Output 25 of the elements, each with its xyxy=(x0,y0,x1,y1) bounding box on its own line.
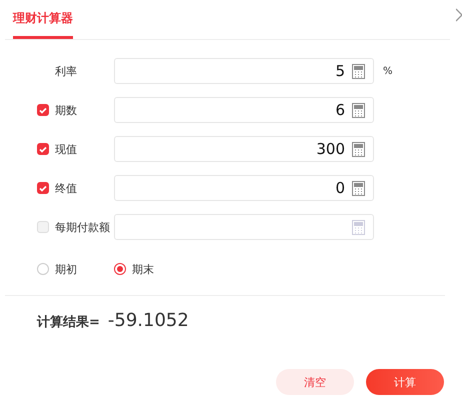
checkbox[interactable] xyxy=(37,143,49,155)
checkbox[interactable] xyxy=(37,182,49,194)
calculator-icon[interactable] xyxy=(352,142,365,156)
calculator-icon[interactable] xyxy=(352,102,365,118)
field-label: 利率 xyxy=(55,64,77,78)
result-value: -59.1052 xyxy=(108,310,189,331)
field-label: 每期付款额 xyxy=(55,220,110,234)
clear-button[interactable]: 清空 xyxy=(276,369,354,395)
field-label: 期数 xyxy=(55,102,77,118)
input-field[interactable] xyxy=(114,214,374,240)
radio-option[interactable]: 期初 xyxy=(37,262,114,276)
input-field[interactable]: 5 xyxy=(114,58,374,84)
field-label: 终值 xyxy=(55,180,77,196)
calculate-button[interactable]: 计算 xyxy=(366,369,444,395)
tab[interactable]: 理财计算器 xyxy=(13,0,73,39)
input-field[interactable]: 6 xyxy=(114,97,374,123)
checkbox[interactable] xyxy=(37,104,49,116)
radio-option[interactable]: 期末 xyxy=(114,262,154,276)
calculator-icon[interactable] xyxy=(352,180,365,196)
input-field[interactable]: 300 xyxy=(114,136,374,162)
unit-label: % xyxy=(383,66,393,76)
calculator-icon[interactable] xyxy=(352,64,365,78)
input-field[interactable]: 0 xyxy=(114,175,374,201)
field-label: 现值 xyxy=(55,142,77,156)
result-label: 计算结果= xyxy=(37,314,100,331)
